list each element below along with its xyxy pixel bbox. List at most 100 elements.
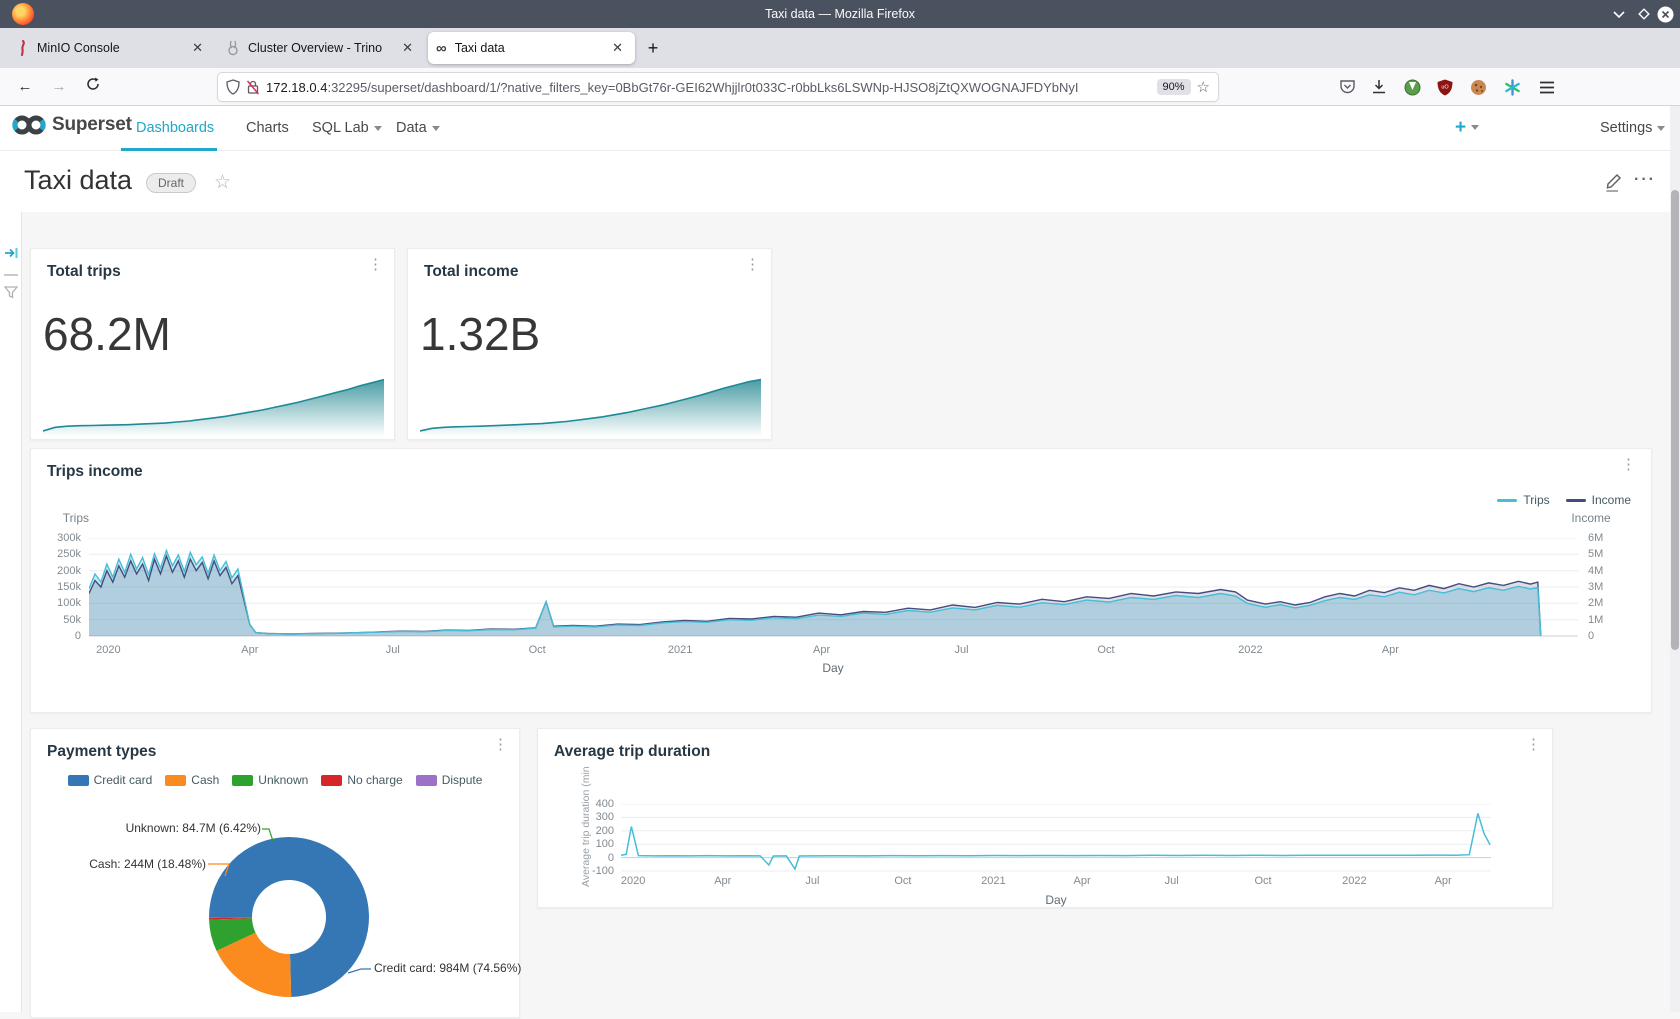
pocket-icon[interactable]	[1337, 77, 1357, 97]
x-axis-title: Day	[822, 661, 843, 675]
chevron-down-icon	[374, 126, 382, 131]
back-button[interactable]: ←	[12, 75, 38, 99]
extension-asterisk-icon[interactable]	[1502, 77, 1522, 97]
card-title: Total trips	[47, 263, 121, 281]
expand-filter-bar-icon[interactable]	[4, 246, 19, 265]
tab-label: Cluster Overview - Trino	[248, 41, 398, 55]
superset-favicon: ∞	[436, 40, 447, 57]
tab-close-icon[interactable]: ✕	[608, 40, 627, 56]
card-title: Trips income	[47, 463, 143, 481]
chart-options-kebab-icon[interactable]: ⋮	[745, 261, 755, 268]
chart-options-kebab-icon[interactable]: ⋮	[493, 741, 503, 748]
callout-cash: Cash: 244M (18.48%)	[51, 857, 206, 871]
superset-brand[interactable]: Superset	[12, 114, 132, 136]
x-axis-tick: 2020	[96, 644, 120, 656]
nav-charts[interactable]: Charts	[246, 106, 289, 150]
total-income-sparkline	[420, 371, 761, 435]
shield-icon[interactable]	[226, 79, 240, 95]
legend-item-income[interactable]: Income	[1566, 493, 1631, 507]
legend-item-no-charge[interactable]: No charge	[321, 773, 402, 787]
new-tab-button[interactable]: +	[640, 36, 666, 62]
url-host: 172.18.0.4	[266, 80, 327, 95]
right-axis-tick: 1M	[1588, 614, 1628, 626]
maximize-button[interactable]	[1635, 5, 1653, 23]
forward-button[interactable]: →	[46, 75, 72, 99]
tab-taxi-data[interactable]: ∞ Taxi data ✕	[428, 32, 635, 64]
legend-label: Credit card	[94, 773, 153, 787]
legend-swatch	[68, 775, 89, 786]
chevron-down-icon	[1657, 126, 1665, 131]
superset-logo-icon	[12, 114, 46, 136]
url-field[interactable]: 172.18.0.4:32295/superset/dashboard/1/?n…	[218, 73, 1218, 101]
chart-options-kebab-icon[interactable]: ⋮	[368, 261, 378, 268]
tab-close-icon[interactable]: ✕	[398, 40, 417, 56]
draft-badge: Draft	[146, 173, 196, 193]
legend-swatch	[232, 775, 253, 786]
x-axis-tick: Jul	[805, 875, 819, 887]
legend-swatch	[416, 775, 437, 786]
y-axis-tick: -100	[572, 865, 614, 877]
insecure-lock-icon[interactable]	[246, 79, 260, 95]
x-axis-tick: 2021	[981, 875, 1005, 887]
chart-options-kebab-icon[interactable]: ⋮	[1621, 461, 1631, 468]
card-total-income: Total income ⋮ 1.32B	[407, 248, 772, 440]
page-scrollbar-thumb[interactable]	[1671, 190, 1679, 650]
nav-dashboards[interactable]: Dashboards	[136, 106, 214, 150]
more-actions-button[interactable]: ···	[1634, 171, 1656, 189]
minimize-button[interactable]	[1610, 5, 1628, 23]
legend-item-cash[interactable]: Cash	[165, 773, 219, 787]
legend-item-dispute[interactable]: Dispute	[416, 773, 483, 787]
x-axis-tick: Oct	[1097, 644, 1114, 656]
window-title: Taxi data — Mozilla Firefox	[0, 7, 1680, 21]
reload-button[interactable]	[80, 75, 106, 99]
callout-credit-card: Credit card: 984M (74.56%)	[374, 961, 521, 975]
y-axis-tick: 100	[572, 838, 614, 850]
nav-data[interactable]: Data	[396, 106, 440, 150]
chart-options-kebab-icon[interactable]: ⋮	[1526, 741, 1536, 748]
edit-dashboard-button[interactable]	[1604, 171, 1624, 198]
card-avg-trip-duration: Average trip duration ⋮ Average trip dur…	[537, 728, 1553, 908]
payment-types-donut	[31, 789, 521, 1019]
chevron-down-icon	[1471, 125, 1479, 130]
window-titlebar: Taxi data — Mozilla Firefox	[0, 0, 1680, 28]
favorite-star-icon[interactable]: ☆	[214, 171, 231, 194]
legend-swatch	[1566, 499, 1586, 502]
url-path: :32295/superset/dashboard/1/?native_filt…	[327, 80, 1078, 95]
callout-line-credit-card	[348, 969, 371, 973]
legend-item-credit-card[interactable]: Credit card	[68, 773, 153, 787]
left-axis-tick: 0	[37, 630, 81, 642]
menu-hamburger-icon[interactable]	[1537, 77, 1557, 97]
card-title: Payment types	[47, 743, 156, 761]
add-new-button[interactable]: +	[1455, 106, 1479, 150]
x-axis-tick: Oct	[1254, 875, 1271, 887]
url-text: 172.18.0.4:32295/superset/dashboard/1/?n…	[266, 80, 1151, 95]
bookmark-star-icon[interactable]: ☆	[1197, 78, 1210, 96]
tab-close-icon[interactable]: ✕	[188, 40, 207, 56]
right-axis-tick: 4M	[1588, 565, 1628, 577]
legend-item-unknown[interactable]: Unknown	[232, 773, 308, 787]
legend-swatch	[321, 775, 342, 786]
legend-item-trips[interactable]: Trips	[1497, 493, 1549, 507]
close-button[interactable]	[1656, 5, 1674, 23]
filter-bar-collapsed	[0, 212, 22, 1012]
left-axis-tick: 300k	[37, 532, 81, 544]
filter-funnel-icon[interactable]	[4, 286, 18, 304]
cookie-icon[interactable]	[1468, 77, 1488, 97]
ublock-origin-icon[interactable]: uO	[1435, 77, 1455, 97]
downloads-icon[interactable]	[1369, 77, 1389, 97]
total-income-value: 1.32B	[420, 307, 540, 361]
right-axis-tick: 5M	[1588, 548, 1628, 560]
x-axis-tick: Jul	[386, 644, 400, 656]
tab-cluster-overview-trino[interactable]: Cluster Overview - Trino ✕	[218, 32, 425, 64]
nav-settings[interactable]: Settings	[1600, 106, 1665, 150]
zoom-level-badge[interactable]: 90%	[1157, 79, 1191, 95]
card-title: Total income	[424, 263, 518, 281]
tab-minio-console[interactable]: MinIO Console ✕	[8, 32, 215, 64]
url-toolbar: ← → 172.18.0.4:32295/superset/dashboard/…	[0, 68, 1680, 106]
x-axis-tick: Apr	[1435, 875, 1452, 887]
x-axis-tick: Jul	[955, 644, 969, 656]
trino-icon	[226, 40, 240, 56]
nav-sql-lab[interactable]: SQL Lab	[312, 106, 382, 150]
card-total-trips: Total trips ⋮ 68.2M	[30, 248, 395, 440]
privacy-badger-icon[interactable]	[1402, 77, 1422, 97]
